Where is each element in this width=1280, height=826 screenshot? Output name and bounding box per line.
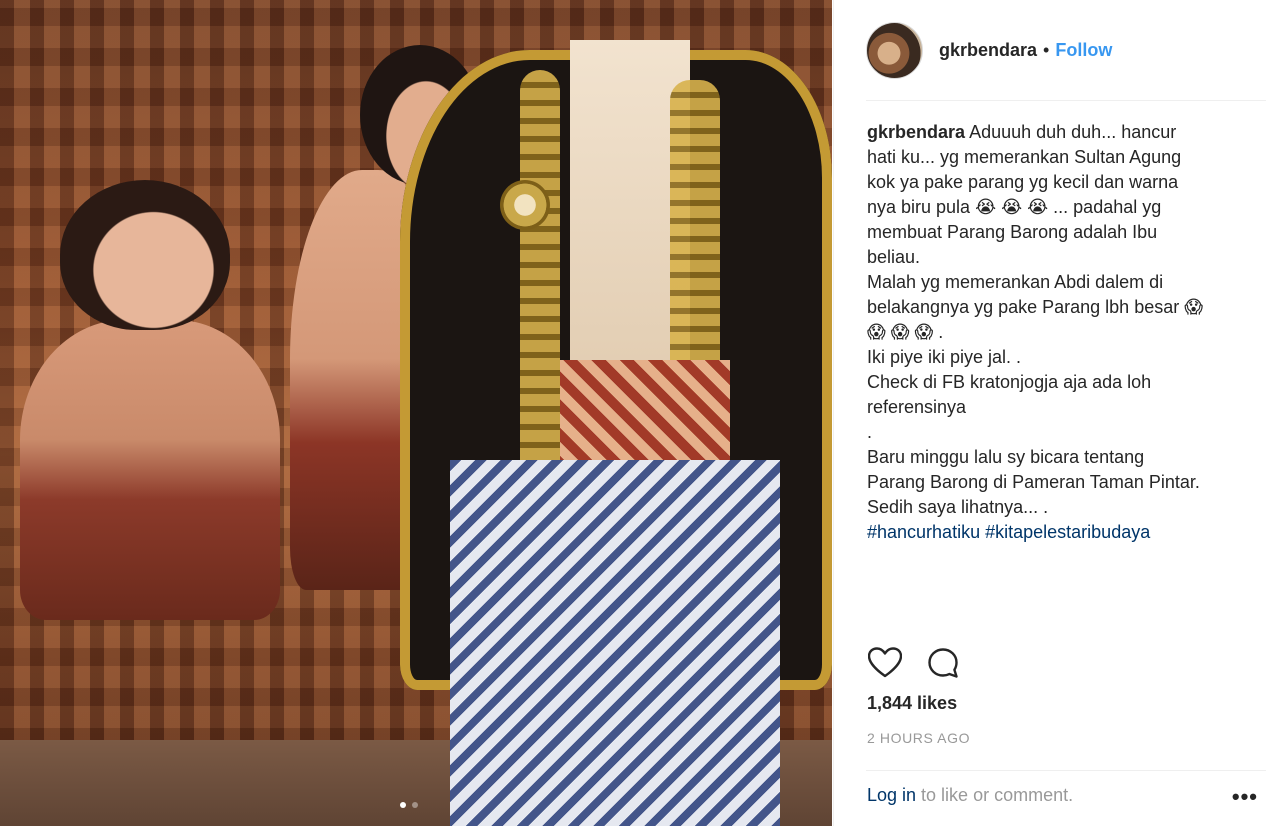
follow-button[interactable]: Follow [1055,40,1112,61]
post-sidebar: gkrbendara • Follow gkrbendara Aduuuh du… [833,0,1280,826]
header-separator: • [1043,39,1050,60]
photo-batik-sarong [450,460,780,826]
caption-username[interactable]: gkrbendara [867,122,965,142]
caption-line: . [867,422,873,442]
header-username[interactable]: gkrbendara [939,40,1037,61]
caption-text: Aduuuh duh duh... hancur [969,122,1177,142]
hashtag-link[interactable]: #hancurhatiku [867,522,980,542]
avatar[interactable] [866,21,923,79]
carousel-indicator [400,802,418,808]
post-actions [867,645,961,681]
header-divider [866,100,1266,101]
more-options-icon[interactable]: ••• [1232,784,1258,810]
post-photo[interactable] [0,0,832,826]
caption-line: belakangnya yg pake Parang lbh besar 😱 [867,297,1203,317]
photo-brooch [500,180,550,230]
caption-line: Iki piye iki piye jal. . [867,347,1022,367]
photo-girl-figure [20,320,280,620]
caption-line: nya biru pula 😭 😭 😭 ... padahal yg [867,197,1162,217]
footer-divider [866,770,1266,771]
caption-line: Parang Barong di Pameran Taman Pintar. [867,472,1200,492]
heart-icon[interactable] [867,645,903,681]
caption-hashtags: #hancurhatiku #kitapelestaribudaya [867,520,1247,545]
caption-line: 😱 😱 😱 . [867,322,944,342]
carousel-dot[interactable] [412,802,418,808]
caption-line: kok ya pake parang yg kecil dan warna [867,172,1179,192]
caption-line: beliau. [867,247,921,267]
comment-icon[interactable] [925,645,961,681]
caption-line: Check di FB kratonjogja aja ada loh [867,372,1152,392]
caption-line: referensinya [867,397,967,417]
caption-line: Malah yg memerankan Abdi dalem di [867,272,1164,292]
hashtag-link[interactable]: #kitapelestaribudaya [985,522,1150,542]
login-prompt-text: to like or comment. [916,785,1074,805]
post-header: gkrbendara • Follow [834,0,1280,100]
post-timestamp[interactable]: 2 HOURS AGO [867,730,970,746]
caption-line: Sedih saya lihatnya... . [867,497,1049,517]
login-link[interactable]: Log in [867,785,916,805]
login-prompt: Log in to like or comment. [867,785,1073,806]
photo-girl-head [60,180,230,330]
post-caption: gkrbendara Aduuuh duh duh... hancur hati… [867,120,1247,545]
caption-line: membuat Parang Barong adalah Ibu [867,222,1158,242]
photo-sash [560,360,730,470]
caption-line: Baru minggu lalu sy bicara tentang [867,447,1145,467]
caption-line: gkrbendara Aduuuh duh duh... hancur [867,120,1247,145]
likes-count[interactable]: 1,844 likes [867,693,957,714]
carousel-dot-active[interactable] [400,802,406,808]
caption-line: hati ku... yg memerankan Sultan Agung [867,147,1182,167]
